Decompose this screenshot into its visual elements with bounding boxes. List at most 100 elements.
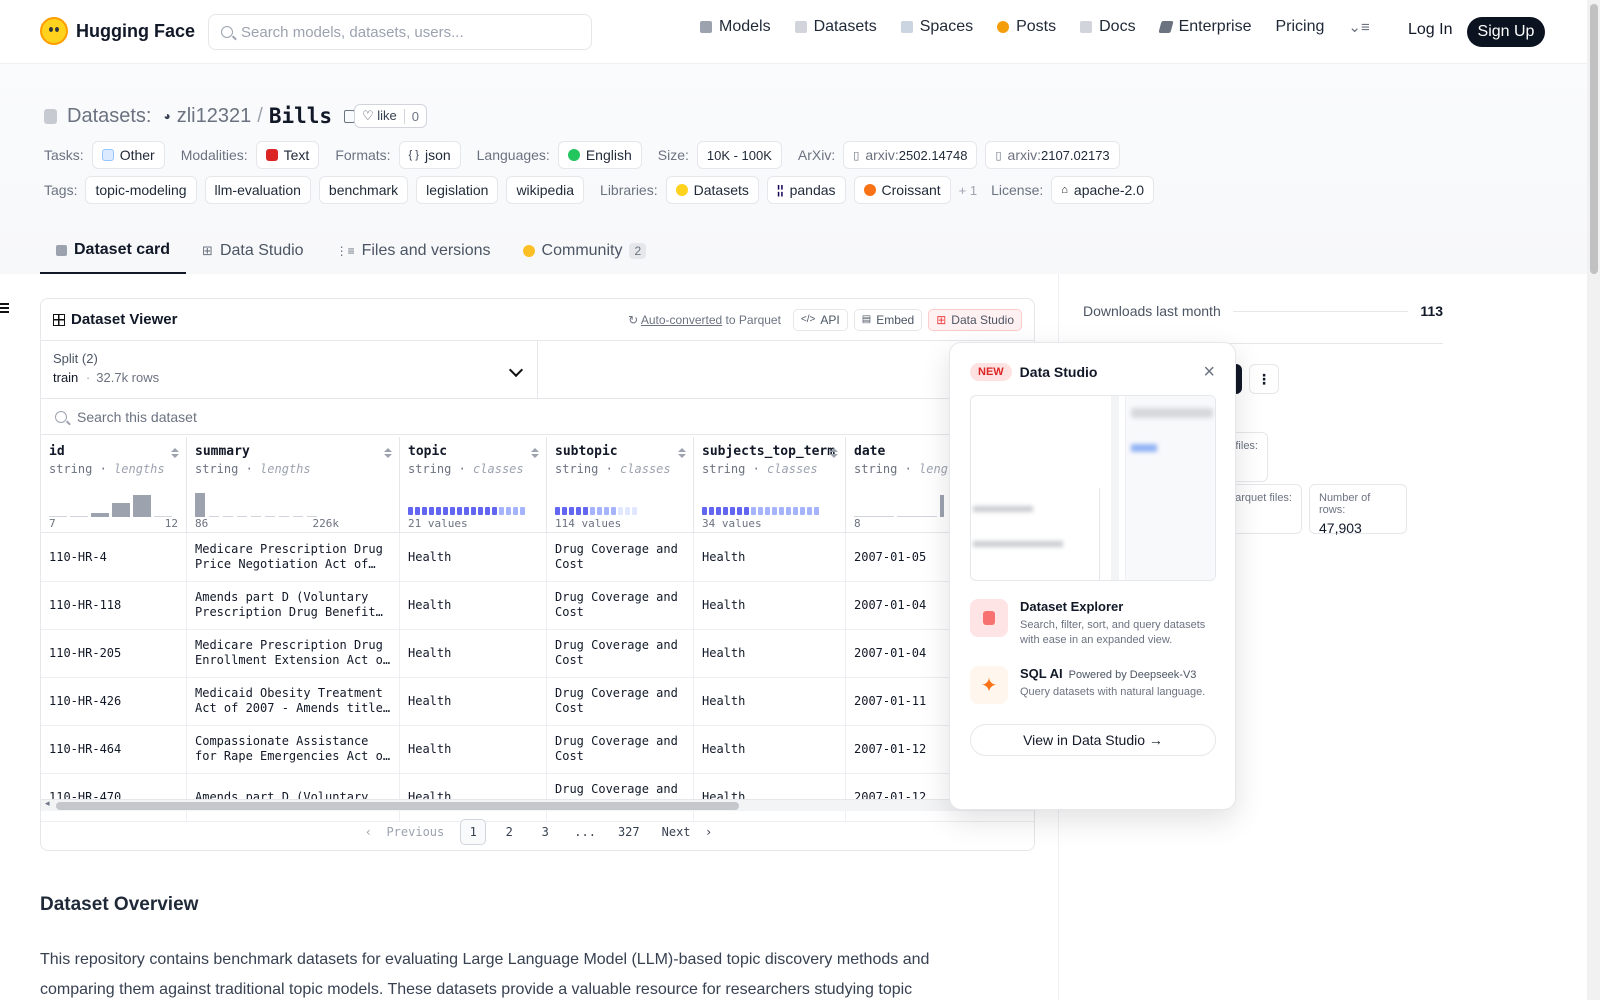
cell-topic[interactable]: Health	[400, 629, 547, 677]
cell-id[interactable]: 110-HR-426	[41, 677, 187, 725]
cell-subjects-top-term[interactable]: Health	[694, 725, 846, 773]
page-scrollbar-thumb[interactable]	[1590, 4, 1598, 274]
arxiv-chip-1[interactable]: ▯ arxiv: 2502.14748	[843, 141, 978, 169]
tag-chip[interactable]: wikipedia	[506, 176, 585, 204]
toc-menu-icon[interactable]	[0, 303, 9, 313]
modality-chip-text[interactable]: Text	[255, 141, 320, 169]
cell-id[interactable]: 110-HR-4	[41, 533, 187, 581]
global-search-input[interactable]: Search models, datasets, users...	[208, 14, 592, 50]
cell-topic[interactable]: Health	[400, 581, 547, 629]
nav-models[interactable]: Models	[700, 18, 771, 36]
sparkle-icon: ✦	[970, 666, 1008, 704]
api-button[interactable]: </> API	[792, 308, 848, 331]
signup-button[interactable]: Sign Up	[1467, 17, 1545, 47]
cell-subtopic[interactable]: Drug Coverage and Cost	[547, 533, 694, 581]
table-row[interactable]: 110-HR-205 Medicare Prescription Drug Enr…	[41, 629, 1034, 678]
nav-docs[interactable]: Docs	[1080, 18, 1136, 36]
like-button[interactable]: ♡ like 0	[354, 104, 428, 128]
scrollbar-thumb[interactable]	[56, 802, 739, 810]
cell-subtopic[interactable]: Drug Coverage and Cost	[547, 629, 694, 677]
cell-summary[interactable]: Amends part D (Voluntary Prescription Dr…	[187, 581, 400, 629]
more-libraries[interactable]: + 1	[959, 183, 977, 198]
sort-icon[interactable]	[171, 448, 179, 458]
page-2-button[interactable]: 2	[496, 819, 522, 845]
nav-more-menu[interactable]: ⌄≡	[1348, 18, 1369, 36]
format-chip-json[interactable]: { } json	[398, 141, 461, 169]
repo-type-label[interactable]: Datasets:	[67, 105, 151, 128]
cell-subjects-top-term[interactable]: Health	[694, 533, 846, 581]
tag-chip[interactable]: benchmark	[318, 176, 409, 204]
size-chip[interactable]: 10K - 100K	[696, 141, 782, 169]
cell-topic[interactable]: Health	[400, 677, 547, 725]
column-header-subjects-top-term[interactable]: subjects_top_term string · classes 34 va…	[694, 437, 846, 533]
sort-icon[interactable]	[830, 448, 838, 458]
cell-subjects-top-term[interactable]: Health	[694, 629, 846, 677]
page-last-button[interactable]: 327	[612, 819, 646, 845]
sort-icon[interactable]	[384, 448, 392, 458]
library-chip-croissant[interactable]: Croissant	[853, 176, 951, 204]
cell-subtopic[interactable]: Drug Coverage and Cost	[547, 677, 694, 725]
nav-pricing[interactable]: Pricing	[1275, 18, 1324, 36]
table-row[interactable]: 110-HR-118 Amends part D (Voluntary Presc…	[41, 581, 1034, 630]
repo-name[interactable]: Bills	[269, 104, 332, 128]
cell-summary[interactable]: Compassionate Assistance for Rape Emerge…	[187, 725, 400, 773]
column-header-summary[interactable]: summary string · lengths 86 226k	[187, 437, 400, 533]
view-in-data-studio-button[interactable]: View in Data Studio →	[970, 724, 1216, 756]
task-chip-other[interactable]: Other	[91, 141, 165, 169]
nav-spaces[interactable]: Spaces	[900, 18, 973, 36]
cell-subtopic[interactable]: Drug Coverage and Cost	[547, 581, 694, 629]
column-header-topic[interactable]: topic string · classes 21 values	[400, 437, 547, 533]
cell-summary[interactable]: Medicare Prescription Drug Price Negotia…	[187, 533, 400, 581]
tab-files-and-versions[interactable]: ⋮≡ Files and versions	[320, 228, 507, 274]
tab-data-studio[interactable]: ⊞ Data Studio	[186, 228, 320, 274]
cell-subjects-top-term[interactable]: Health	[694, 581, 846, 629]
tag-chip[interactable]: legislation	[416, 176, 499, 204]
arxiv-chip-2[interactable]: ▯ arxiv: 2107.02173	[985, 141, 1120, 169]
cell-summary[interactable]: Medicare Prescription Drug Enrollment Ex…	[187, 629, 400, 677]
tag-chip[interactable]: topic-modeling	[85, 176, 197, 204]
embed-button[interactable]: ▤ Embed	[853, 308, 923, 331]
previous-page-button[interactable]: ‹ Previous	[359, 819, 450, 845]
cell-id[interactable]: 110-HR-118	[41, 581, 187, 629]
sort-icon[interactable]	[531, 448, 539, 458]
cell-summary[interactable]: Medicaid Obesity Treatment Act of 2007 -…	[187, 677, 400, 725]
cell-id[interactable]: 110-HR-205	[41, 629, 187, 677]
table-row[interactable]: 110-HR-464 Compassionate Assistance for R…	[41, 725, 1034, 774]
community-count-badge: 2	[629, 243, 647, 259]
sort-icon[interactable]	[678, 448, 686, 458]
repo-owner-link[interactable]: zli12321	[177, 105, 252, 128]
data-studio-button[interactable]: ⊞ Data Studio	[928, 308, 1022, 331]
license-chip[interactable]: ⌂ apache-2.0	[1051, 176, 1154, 204]
nav-posts[interactable]: Posts	[997, 18, 1056, 36]
page-1-button[interactable]: 1	[460, 819, 487, 845]
column-header-subtopic[interactable]: subtopic string · classes 114 values	[547, 437, 694, 533]
nav-enterprise[interactable]: Enterprise	[1157, 18, 1251, 36]
horizontal-scrollbar[interactable]: ◂	[41, 798, 1034, 811]
split-selector[interactable]: Split (2) train · 32.7k rows	[41, 341, 538, 398]
page-scrollbar[interactable]	[1587, 0, 1600, 1000]
auto-converted-link[interactable]: Auto-converted	[641, 313, 722, 327]
language-chip-english[interactable]: English	[557, 141, 642, 169]
login-link[interactable]: Log In	[1408, 21, 1452, 39]
cell-subjects-top-term[interactable]: Health	[694, 677, 846, 725]
page-3-button[interactable]: 3	[532, 819, 558, 845]
scroll-left-arrow-icon[interactable]: ◂	[45, 798, 50, 809]
tab-community[interactable]: Community 2	[507, 228, 663, 274]
close-icon[interactable]: ×	[1203, 362, 1215, 382]
more-options-button[interactable]: ⋮	[1249, 364, 1279, 394]
cell-topic[interactable]: Health	[400, 725, 547, 773]
dataset-search-input[interactable]: Search this dataset	[41, 399, 1034, 435]
next-page-button[interactable]: Next ›	[656, 819, 719, 845]
tab-dataset-card[interactable]: Dataset card	[40, 228, 187, 274]
cell-subtopic[interactable]: Drug Coverage and Cost	[547, 725, 694, 773]
library-chip-datasets[interactable]: Datasets	[665, 176, 759, 204]
column-header-id[interactable]: id string · lengths 7 12	[41, 437, 187, 533]
cell-id[interactable]: 110-HR-464	[41, 725, 187, 773]
brand-logo[interactable]: Hugging Face	[40, 17, 195, 45]
nav-datasets[interactable]: Datasets	[794, 18, 877, 36]
cell-topic[interactable]: Health	[400, 533, 547, 581]
table-row[interactable]: 110-HR-4 Medicare Prescription Drug Price…	[41, 533, 1034, 582]
tag-chip[interactable]: llm-evaluation	[204, 176, 311, 204]
library-chip-pandas[interactable]: ¦¦ pandas	[766, 176, 846, 204]
table-row[interactable]: 110-HR-426 Medicaid Obesity Treatment Act…	[41, 677, 1034, 726]
